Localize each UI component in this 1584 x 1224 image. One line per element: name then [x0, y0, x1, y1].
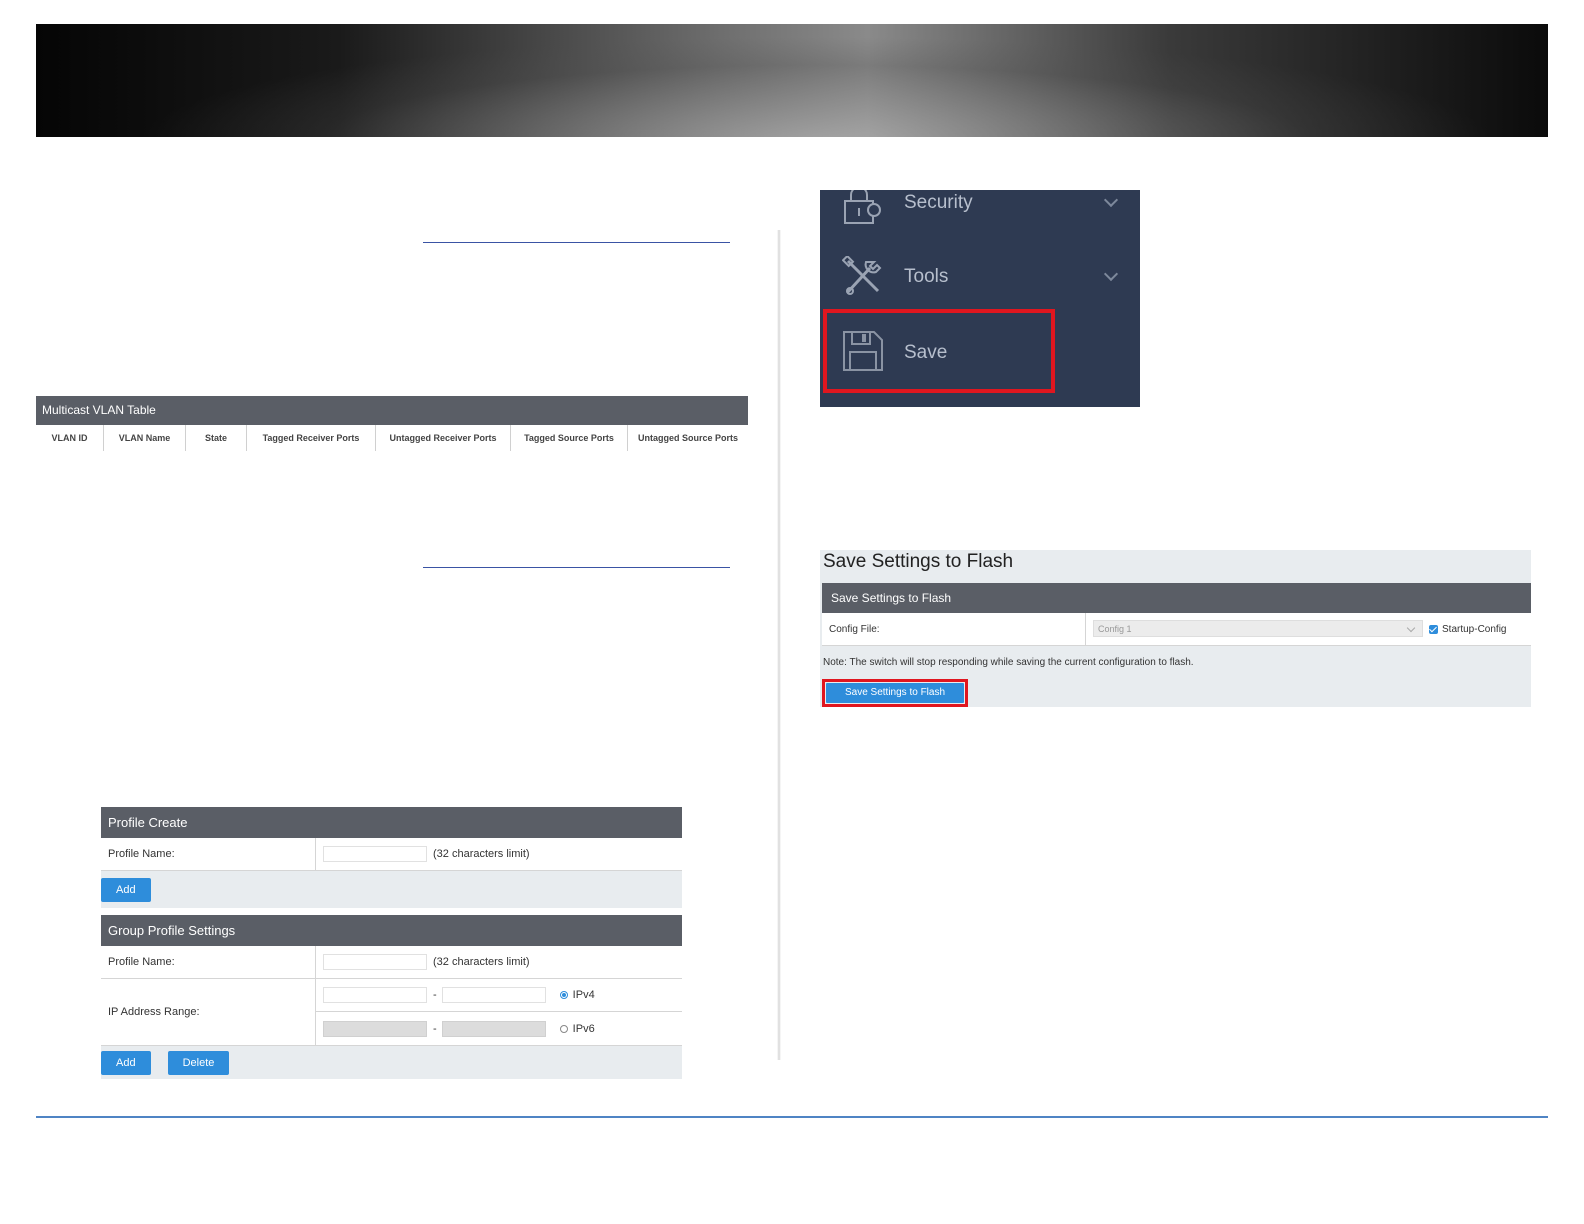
config-file-label: Config File: [822, 613, 1086, 645]
char-limit-text: (32 characters limit) [433, 956, 530, 968]
group-profile-name-label: Profile Name: [101, 946, 316, 978]
group-profile-name-row: Profile Name: (32 characters limit) [101, 946, 682, 979]
config-file-row: Config File: Config 1 Startup-Config [822, 613, 1531, 646]
startup-config-label: Startup-Config [1442, 623, 1507, 635]
ipv6-end-input[interactable] [441, 1020, 546, 1037]
delete-group-profile-button[interactable]: Delete [167, 1050, 230, 1075]
column-header: VLAN Name [104, 425, 186, 451]
sidebar-item-security[interactable]: Security [820, 190, 1140, 238]
ipv4-end-input[interactable] [441, 987, 546, 1003]
column-header: VLAN ID [36, 425, 104, 451]
page-title: Save Settings to Flash [823, 551, 1014, 572]
table-header-row: VLAN ID VLAN Name State Tagged Receiver … [36, 425, 748, 451]
ip-range-label: IP Address Range: [101, 979, 316, 1045]
column-header: Tagged Receiver Ports [247, 425, 376, 451]
ipv6-radio[interactable] [559, 1024, 568, 1033]
save-settings-panel: Save Settings to Flash Save Settings to … [820, 550, 1531, 707]
profile-create-actions: Add [101, 871, 682, 908]
link-underline-1 [423, 242, 730, 243]
range-dash: - [433, 1022, 437, 1035]
ipv4-start-input[interactable] [323, 987, 427, 1003]
column-header: Untagged Receiver Ports [376, 425, 511, 451]
profile-name-label: Profile Name: [101, 838, 316, 870]
profile-name-row: Profile Name: (32 characters limit) [101, 838, 682, 871]
group-profile-name-input[interactable] [323, 954, 427, 970]
lock-icon [844, 190, 881, 224]
sidebar-item-label: Security [904, 192, 973, 213]
save-settings-to-flash-button[interactable]: Save Settings to Flash [826, 683, 964, 703]
startup-config-checkbox[interactable] [1429, 624, 1438, 634]
ipv6-start-input[interactable] [323, 1020, 427, 1037]
multicast-vlan-table-title: Multicast VLAN Table [36, 396, 748, 425]
ipv6-label: IPv6 [572, 1022, 595, 1035]
ip-range-row: IP Address Range: - IPv4 - IPv6 [101, 979, 682, 1046]
chevron-down-icon [1103, 266, 1119, 282]
ipv4-radio[interactable] [559, 991, 568, 999]
profile-create-title: Profile Create [101, 807, 682, 838]
chevron-down-icon [1103, 192, 1119, 208]
profile-create-panel: Profile Create Profile Name: (32 charact… [101, 807, 682, 1079]
sidebar-menu: Security Tools Save [820, 190, 1140, 407]
column-header: Tagged Source Ports [511, 425, 628, 451]
range-dash: - [433, 989, 437, 1001]
char-limit-text: (32 characters limit) [433, 848, 530, 860]
group-profile-actions: Add Delete [101, 1046, 682, 1079]
link-underline-2 [423, 567, 730, 568]
add-group-profile-button[interactable]: Add [101, 1050, 151, 1075]
tools-icon [842, 256, 882, 295]
save-settings-header: Save Settings to Flash [822, 583, 1531, 613]
column-header: State [186, 425, 247, 451]
multicast-vlan-table: Multicast VLAN Table VLAN ID VLAN Name S… [36, 396, 748, 451]
add-profile-button[interactable]: Add [101, 877, 151, 902]
save-note-text: Note: The switch will stop responding wh… [823, 657, 1194, 668]
ipv6-range-row: - IPv6 [316, 1012, 682, 1045]
ipv4-range-row: - IPv4 [316, 979, 682, 1012]
column-divider [777, 230, 781, 1060]
group-profile-title: Group Profile Settings [101, 915, 682, 946]
ipv4-label: IPv4 [572, 989, 595, 1001]
column-header: Untagged Source Ports [637, 433, 738, 443]
config-file-select[interactable]: Config 1 [1093, 620, 1423, 637]
header-banner [36, 24, 1548, 137]
sidebar-item-label: Tools [904, 266, 949, 287]
sidebar-item-tools[interactable]: Tools [820, 244, 1140, 314]
save-highlight-box [823, 309, 1055, 393]
profile-name-input[interactable] [323, 846, 427, 862]
footer-divider [36, 1116, 1548, 1118]
